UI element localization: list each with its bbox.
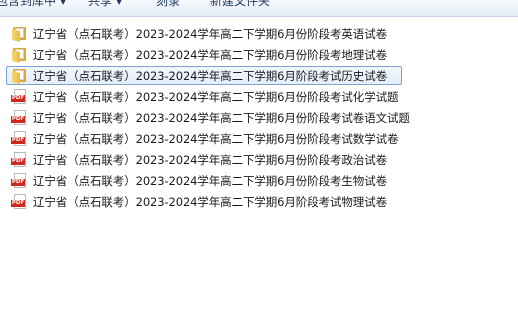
pdf-icon: PDF — [11, 109, 29, 126]
pdf-icon: PDF — [11, 88, 29, 105]
share-label: 共享 — [88, 0, 113, 8]
new-folder-button[interactable]: 新建文件夹 — [210, 0, 270, 11]
file-name: 辽宁省（点石联考）2023-2024学年高二下学期6月份阶段考试数学试卷 — [33, 131, 399, 146]
burn-label: 刻录 — [156, 0, 181, 8]
pdf-file-item[interactable]: PDF 辽宁省（点石联考）2023-2024学年高二下学期6月份阶段考生物试卷 — [6, 171, 402, 190]
chevron-down-icon: ▼ — [60, 0, 67, 6]
pdf-file-item[interactable]: PDF 辽宁省（点石联考）2023-2024学年高二下学期6月份阶段考试化学试题 — [6, 87, 402, 106]
pdf-icon: PDF — [11, 172, 29, 189]
folder-icon — [11, 47, 29, 63]
command-bar: 包含到库中 ▼ 共享 ▼ 刻录 新建文件夹 — [0, 0, 518, 17]
file-name: 辽宁省（点石联考）2023-2024学年高二下学期6月份阶段考生物试卷 — [33, 173, 387, 188]
include-in-library-label: 包含到库中 — [0, 0, 57, 8]
new-folder-label: 新建文件夹 — [210, 0, 271, 8]
pdf-icon: PDF — [11, 193, 29, 210]
chevron-down-icon: ▼ — [116, 0, 123, 6]
file-name: 辽宁省（点石联考）2023-2024学年高二下学期6月份阶段考试卷语文试题 — [33, 110, 410, 125]
file-name: 辽宁省（点石联考）2023-2024学年高二下学期6月阶段考试历史试卷 — [33, 68, 387, 83]
file-name: 辽宁省（点石联考）2023-2024学年高二下学期6月阶段考试物理试卷 — [33, 194, 387, 209]
explorer-window: 包含到库中 ▼ 共享 ▼ 刻录 新建文件夹 辽宁省（点石联考）2023-2024学年… — [0, 0, 518, 323]
pdf-icon: PDF — [11, 130, 29, 147]
pdf-icon: PDF — [11, 151, 29, 168]
folder-item[interactable]: 辽宁省（点石联考）2023-2024学年高二下学期6月份阶段考英语试卷 — [6, 24, 402, 43]
file-name: 辽宁省（点石联考）2023-2024学年高二下学期6月份阶段考地理试卷 — [33, 47, 387, 62]
file-list: 辽宁省（点石联考）2023-2024学年高二下学期6月份阶段考英语试卷 辽宁省（点… — [0, 24, 518, 213]
folder-item[interactable]: 辽宁省（点石联考）2023-2024学年高二下学期6月阶段考试历史试卷 — [6, 66, 402, 85]
file-name: 辽宁省（点石联考）2023-2024学年高二下学期6月份阶段考试化学试题 — [33, 89, 399, 104]
folder-icon — [11, 26, 29, 42]
file-name: 辽宁省（点石联考）2023-2024学年高二下学期6月份阶段考政治试卷 — [33, 152, 387, 167]
pdf-file-item[interactable]: PDF 辽宁省（点石联考）2023-2024学年高二下学期6月份阶段考试卷语文试题 — [6, 108, 410, 127]
pdf-file-item[interactable]: PDF 辽宁省（点石联考）2023-2024学年高二下学期6月阶段考试物理试卷 — [6, 192, 402, 211]
folder-item[interactable]: 辽宁省（点石联考）2023-2024学年高二下学期6月份阶段考地理试卷 — [6, 45, 402, 64]
folder-icon — [11, 68, 29, 84]
pdf-file-item[interactable]: PDF 辽宁省（点石联考）2023-2024学年高二下学期6月份阶段考试数学试卷 — [6, 129, 402, 148]
include-in-library-button[interactable]: 包含到库中 ▼ — [0, 0, 66, 11]
share-button[interactable]: 共享 ▼ — [88, 0, 122, 11]
pdf-file-item[interactable]: PDF 辽宁省（点石联考）2023-2024学年高二下学期6月份阶段考政治试卷 — [6, 150, 402, 169]
burn-button[interactable]: 刻录 — [156, 0, 180, 11]
file-name: 辽宁省（点石联考）2023-2024学年高二下学期6月份阶段考英语试卷 — [33, 26, 387, 41]
